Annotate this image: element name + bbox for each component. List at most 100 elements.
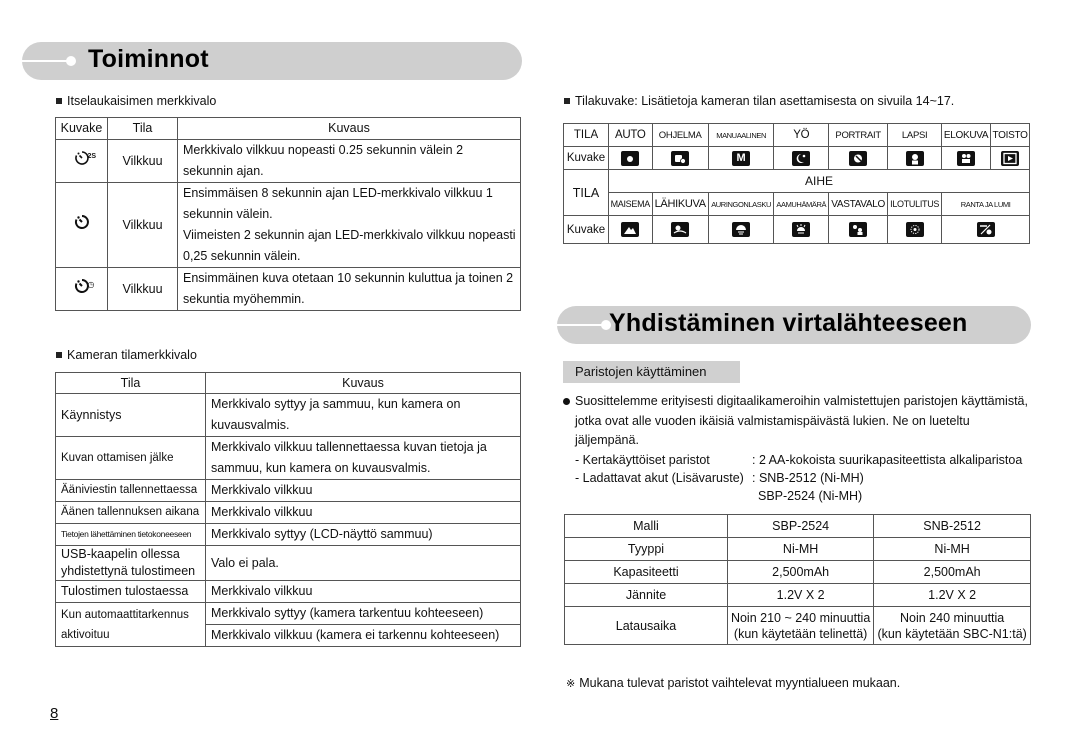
description-line: Ensimmäisen 8 sekunnin ajan LED-merkkiva… [183,186,493,200]
footnote-text: Mukana tulevat paristot vaihtelevat myyn… [579,676,901,690]
value-cell: 2,500mAh [873,560,1031,584]
movie-icon [957,150,976,166]
list-item: - Ladattavat akut (Lisävaruste): SNB-251… [575,469,1022,487]
battery-recommendation: Suosittelemme erityisesti digitaalikamer… [563,392,1033,451]
scene-label: AIHE [608,169,1030,193]
table-row: Latausaika Noin 210 ~ 240 minuuttia (kun k… [564,606,1031,645]
heading-text: Itselaukaisimen merkkivalo [67,94,217,108]
mode-label: TOISTO [990,123,1030,147]
description-line: Merkkivalo syttyy ja sammuu, kun kamera … [211,397,461,411]
value-cell: Ni-MH [726,537,875,561]
list-item: SBP-2524 (Ni-MH) [575,487,1022,505]
section-banner-power: Yhdistäminen virtalähteeseen [557,306,1031,344]
banner-title: Yhdistäminen virtalähteeseen [609,309,968,337]
status-led-table: Tila Kuvaus Käynnistys Merkkivalo syttyy… [55,372,521,647]
mode-label: MANUAALINEN [707,123,775,147]
row-label-cell: Latausaika [564,606,728,645]
self-timer-table: Kuvake Tila Kuvaus 2S Vilkkuu Merkkivalo… [55,117,521,311]
icon-cell [941,146,992,170]
list-key: - Ladattavat akut (Lisävaruste) [575,471,744,485]
value-cell: 2,500mAh [726,560,875,584]
play-icon [1001,150,1020,166]
icon-cell: 2S [55,139,108,183]
banner-dot-decoration [66,56,76,66]
heading-text: Kameran tilamerkkivalo [67,348,197,362]
column-header: Kuvake [55,117,108,140]
icon-cell [608,146,653,170]
scene-icon-row: Kuvake [563,215,1030,244]
list-value: : 2 AA-kokoista suurikapasiteettista alk… [752,453,1023,467]
icon-cell: M [707,146,775,170]
cell-line: Noin 240 minuuttia [900,610,1005,625]
table-header-row: Kuvake Tila Kuvaus [55,117,521,140]
state-cell: Käynnistys [55,393,206,437]
fireworks-icon [905,222,924,238]
scene-label-cell: VASTAVALO [828,192,889,216]
description-cell: Merkkivalo vilkkuu nopeasti 0.25 sekunni… [177,139,521,183]
table-row: ◷ Vilkkuu Ensimmäinen kuva otetaan 10 se… [55,267,521,311]
scene-label-cell: ILOTULITUS [887,192,943,216]
table-row: Ääniviestin tallennettaessa Merkkivalo v… [55,479,521,502]
table-row: Tietojen lähettäminen tietokoneeseen Mer… [55,523,521,546]
mode-label: OHJELMA [651,123,709,147]
row-label-cell: Jännite [564,583,728,607]
mode-label: YÖ [773,123,830,147]
icon-cell: ◷ [55,267,108,311]
mode-icon-heading: Tilakuvake: Lisätietoja kameran tilan as… [564,94,954,108]
table-row: USB-kaapelin ollessa yhdistettynä tulost… [55,545,521,581]
icon-cell [828,146,889,170]
kuvake-label: Kuvake [563,146,609,170]
kuvake-label: Kuvake [563,215,609,244]
scene-header-row: TILA AIHE [563,169,1030,216]
column-header: Kuvaus [205,372,521,394]
self-timer-heading: Itselaukaisimen merkkivalo [56,94,216,108]
description-cell: Valo ei pala. [205,545,521,581]
reference-mark-icon: ※ [566,678,576,690]
list-item: - Kertakäyttöiset paristot: 2 AA-kokoist… [575,451,1022,469]
description-cell: Ensimmäisen 8 sekunnin ajan LED-merkkiva… [177,182,521,268]
value-cell: 1.2V X 2 [873,583,1031,607]
mode-label: ELOKUVA [941,123,992,147]
icon-cell [773,215,830,244]
table-row: Äänen tallennuksen aikana Merkkivalo vil… [55,501,521,524]
manual-icon: M [732,150,751,166]
description-line: Merkkivalo vilkkuu nopeasti 0.25 sekunni… [183,143,464,157]
state-cell: Vilkkuu [107,267,178,311]
battery-list: - Kertakäyttöiset paristot: 2 AA-kokoist… [575,451,1022,505]
description-line: Viimeisten 2 sekunnin ajan LED-merkkival… [183,228,516,242]
double-self-timer-icon: ◷ [74,278,94,294]
description-cell: Ensimmäinen kuva otetaan 10 sekunnin kul… [177,267,521,311]
beach-snow-icon [976,222,995,238]
state-cell: Vilkkuu [107,182,178,268]
mode-label: AUTO [608,123,653,147]
table-row: Jännite 1.2V X 2 1.2V X 2 [564,583,1031,607]
battery-spec-table: Malli SBP-2524 SNB-2512 Tyyppi Ni-MH Ni-MH Kap… [564,514,1031,645]
icon-cell [941,215,1030,244]
table-row: Vilkkuu Ensimmäisen 8 sekunnin ajan LED-… [55,182,521,268]
state-cell: Tietojen lähettäminen tietokoneeseen [55,523,206,546]
scene-label-cell: LÄHIKUVA [651,192,709,216]
square-bullet-icon [56,351,62,358]
icon-superscript: ◷ [87,279,95,289]
banner-line-decoration [22,60,70,62]
icon-cell [887,215,943,244]
sunset-icon [732,222,751,238]
cell-line: Noin 210 ~ 240 minuuttia [730,610,871,625]
description-line: kuvausvalmis. [211,418,290,432]
description-line: Ensimmäinen kuva otetaan 10 sekunnin kul… [183,271,514,285]
description-line: 0,25 sekunnin välein. [183,249,301,263]
square-bullet-icon [56,97,62,104]
state-cell: Tulostimen tulostaessa [55,580,206,603]
mode-icon-table: TILA AUTO OHJELMA MANUAALINEN YÖ PORTRAI… [563,123,1030,244]
icon-cell [828,215,889,244]
column-header: Tila [55,372,206,394]
mode-label-row: TILA AUTO OHJELMA MANUAALINEN YÖ PORTRAI… [563,123,1030,147]
cell-line: (kun käytetään SBC-N1:tä) [877,626,1027,641]
description-cell: Merkkivalo syttyy (kamera tarkentuu koht… [205,602,521,625]
state-cell: Ääniviestin tallennettaessa [55,479,206,502]
icon-cell [651,146,709,170]
scene-label-cell: MAISEMA [608,192,653,216]
row-label-cell: Malli [564,514,728,538]
table-row: Tulostimen tulostaessa Merkkivalo vilkku… [55,580,521,603]
paragraph-text: Suosittelemme erityisesti digitaalikamer… [575,394,1028,447]
